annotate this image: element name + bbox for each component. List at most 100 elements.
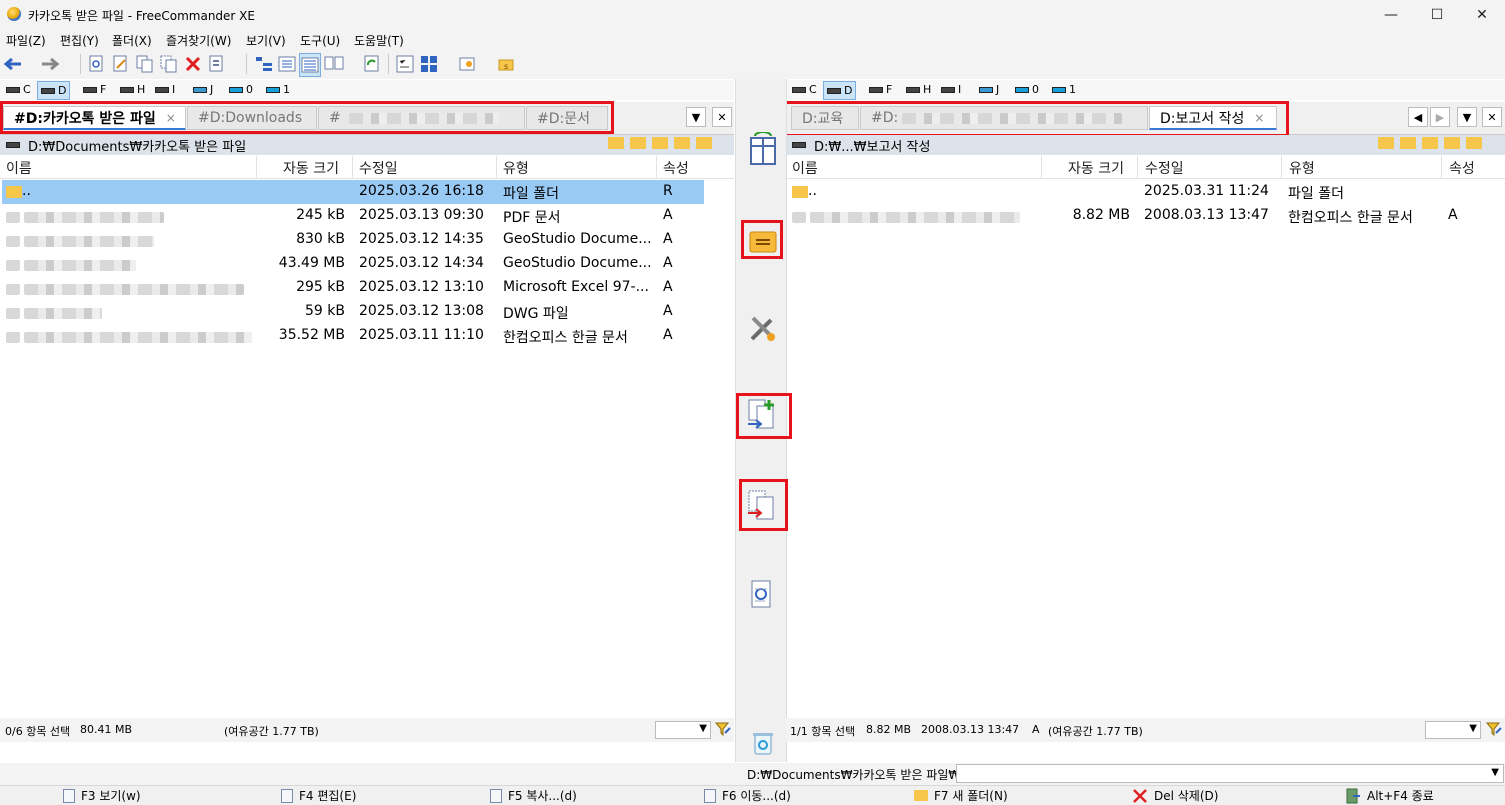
column-size-header[interactable]: 자동 크기 [1068,158,1124,178]
folder-history-icon[interactable] [608,137,624,149]
table-row[interactable]: .. 2025.03.26 16:18 파일 폴더 R [2,180,704,204]
command-line-input[interactable]: ▼ [956,764,1504,783]
filter-icon[interactable] [1485,721,1502,741]
folder-list-icon[interactable] [746,224,780,258]
delete-x-icon[interactable] [183,53,203,75]
left-filter-dropdown[interactable]: ▼ [655,721,711,739]
menu-folder[interactable]: 폴더(X) [112,32,152,49]
folder-s-icon[interactable]: s [496,53,516,75]
checklist-icon[interactable] [395,53,415,75]
f5-copy-button[interactable]: F5 복사...(d) [490,787,577,804]
table-row[interactable]: 35.52 MB 2025.03.11 11:10 한컴오피스 한글 문서 A [2,324,704,348]
drive-c-button[interactable]: C [789,81,820,98]
tab-education[interactable]: D:교육 [791,106,859,130]
menu-file[interactable]: 파일(Z) [6,32,46,49]
copy-files-icon[interactable] [746,398,780,432]
search-document-icon[interactable] [746,578,780,612]
table-row[interactable]: 295 kB 2025.03.12 13:10 Microsoft Excel 97… [2,276,704,300]
f4-edit-button[interactable]: F4 편집(E) [281,787,356,804]
drive-c-button[interactable]: C [3,81,34,98]
folder-history-icon[interactable] [1378,137,1394,149]
drive-0-button[interactable]: 0 [1012,81,1042,98]
settings-tools-icon[interactable] [458,53,478,75]
list-view-icon[interactable] [299,53,321,77]
column-type-header[interactable]: 유형 [503,158,529,178]
scroll-tabs-right-button[interactable]: ▶ [1430,107,1450,127]
minimize-button[interactable]: — [1368,0,1414,30]
scroll-tabs-left-button[interactable]: ◀ [1408,107,1428,127]
column-name-header[interactable]: 이름 [792,158,818,178]
right-filter-dropdown[interactable]: ▼ [1425,721,1481,739]
folder-root-icon[interactable] [674,137,690,149]
dual-pane-icon[interactable] [324,53,344,75]
tab-dropdown-button[interactable]: ▼ [1457,107,1477,127]
folder-copy-path-icon[interactable] [1466,137,1482,149]
drive-0-button[interactable]: 0 [226,81,256,98]
menu-view[interactable]: 보기(V) [246,32,286,49]
del-delete-button[interactable]: Del 삭제(D) [1132,787,1218,804]
drive-h-button[interactable]: H [903,81,934,98]
drive-f-button[interactable]: F [866,81,895,98]
table-row[interactable]: 43.49 MB 2025.03.12 14:34 GeoStudio Docume… [2,252,704,276]
column-type-header[interactable]: 유형 [1289,158,1315,178]
close-pane-tab-button[interactable]: ✕ [712,107,732,127]
f7-new-folder-button[interactable]: F7 새 폴더(N) [914,787,1008,804]
tree-view-icon[interactable] [254,53,274,75]
column-name-header[interactable]: 이름 [6,158,32,178]
tab-downloads[interactable]: #D:Downloads [187,106,317,130]
drive-f-button[interactable]: F [80,81,109,98]
move-document-icon[interactable] [159,53,179,75]
column-attr-header[interactable]: 속성 [1449,158,1475,178]
close-tab-icon[interactable]: × [166,111,176,125]
column-size-header[interactable]: 자동 크기 [283,158,339,178]
properties-icon[interactable] [207,53,227,75]
tab-kakaotalk-files[interactable]: #D:카카오톡 받은 파일 × [3,106,186,130]
panel-sync-icon[interactable] [746,132,780,166]
alt-f4-exit-button[interactable]: Alt+F4 종료 [1345,787,1434,804]
folder-favorites-icon[interactable] [630,137,646,149]
folder-favorites-icon[interactable] [1400,137,1416,149]
drive-1-button[interactable]: 1 [1049,81,1079,98]
menu-favorites[interactable]: 즐겨찾기(W) [166,32,231,49]
drive-j-button[interactable]: J [976,81,1002,98]
close-window-button[interactable]: ✕ [1459,0,1505,30]
grid-icon[interactable] [419,53,439,75]
drive-i-button[interactable]: I [938,81,964,98]
f6-move-button[interactable]: F6 이동...(d) [704,787,791,804]
details-view-icon[interactable] [277,53,297,75]
edit-document-icon[interactable] [111,53,131,75]
column-date-header[interactable]: 수정일 [1145,158,1184,178]
folder-up-icon[interactable] [1422,137,1438,149]
drive-j-button[interactable]: J [190,81,216,98]
filter-icon[interactable] [714,721,731,741]
drive-1-button[interactable]: 1 [263,81,293,98]
menu-edit[interactable]: 편집(Y) [60,32,99,49]
table-row[interactable]: 245 kB 2025.03.13 09:30 PDF 문서 A [2,204,704,228]
menu-help[interactable]: 도움말(T) [354,32,404,49]
column-attr-header[interactable]: 속성 [663,158,689,178]
drive-d-button[interactable]: D [37,81,71,100]
tab-blurred[interactable]: #D: [860,106,1148,130]
folder-up-icon[interactable] [652,137,668,149]
forward-arrow-icon[interactable] [40,53,60,75]
table-row[interactable]: 8.82 MB 2008.03.13 13:47 한컴오피스 한글 문서 A [788,204,1504,228]
tab-documents[interactable]: #D:문서 [526,106,608,130]
table-row[interactable]: .. 2025.03.31 11:24 파일 폴더 [788,180,1504,204]
drive-i-button[interactable]: I [152,81,178,98]
drive-d-button[interactable]: D [823,81,857,100]
tools-icon[interactable] [746,311,780,345]
folder-root-icon[interactable] [1444,137,1460,149]
close-pane-tab-button[interactable]: ✕ [1482,107,1502,127]
f3-view-button[interactable]: F3 보기(w) [63,787,141,804]
close-tab-icon[interactable]: × [1254,111,1264,125]
refresh-icon[interactable] [362,53,382,75]
table-row[interactable]: 830 kB 2025.03.12 14:35 GeoStudio Docume..… [2,228,704,252]
table-row[interactable]: 59 kB 2025.03.12 13:08 DWG 파일 A [2,300,704,324]
menu-tools[interactable]: 도구(U) [300,32,340,49]
copy-document-icon[interactable] [135,53,155,75]
column-date-header[interactable]: 수정일 [359,158,398,178]
tab-blurred[interactable]: # [318,106,525,130]
folder-copy-path-icon[interactable] [696,137,712,149]
move-files-icon[interactable] [746,489,780,523]
recycle-bin-icon[interactable] [746,726,780,760]
